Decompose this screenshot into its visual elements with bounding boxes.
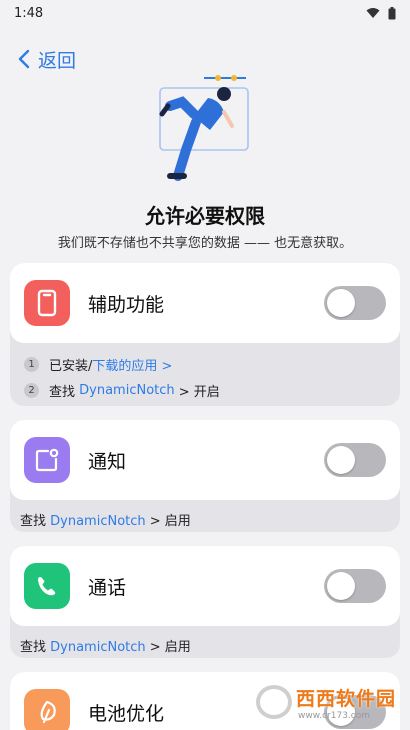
hint-text: 查找: [20, 640, 51, 655]
call-card: 通话 查找 DynamicNotch > 启用: [10, 546, 400, 658]
back-button[interactable]: 返回: [18, 44, 76, 74]
call-hint: 查找 DynamicNotch > 启用: [10, 626, 400, 658]
battery-label: 电池优化: [88, 702, 165, 725]
wifi-icon: [366, 8, 380, 18]
accessibility-steps: 1 已安装/ 下载的应用 > 2 查找 DynamicNotch > 开启: [10, 343, 400, 406]
step-item: 1 已安装/ 下载的应用 >: [24, 351, 388, 377]
back-label: 返回: [38, 49, 77, 72]
step-item: 2 查找 DynamicNotch > 开启: [24, 377, 388, 403]
downloaded-apps-link[interactable]: 下载的应用 >: [92, 355, 172, 374]
toggle-knob: [327, 446, 355, 474]
watermark-sub: www.cr173.com: [297, 710, 371, 721]
status-icons: [366, 6, 396, 20]
status-time: 1:48: [14, 5, 44, 21]
battery-leaf-icon: [24, 689, 70, 730]
notification-bell-icon: [24, 437, 70, 483]
accessibility-toggle[interactable]: [324, 286, 386, 320]
hint-text: 查找: [20, 514, 51, 529]
hint-suffix: > 启用: [145, 640, 191, 655]
call-label: 通话: [88, 576, 127, 599]
call-row: 通话: [10, 546, 400, 626]
step-suffix: > 开启: [174, 384, 220, 400]
battery-icon: [388, 6, 396, 19]
call-toggle[interactable]: [324, 569, 386, 603]
status-bar: 1:48: [0, 0, 410, 26]
notification-label: 通知: [88, 450, 127, 473]
step-text: 查找: [49, 384, 80, 400]
illustration-person-icon: [159, 75, 249, 181]
toggle-knob: [327, 289, 355, 317]
phone-device-icon: [24, 280, 70, 326]
notification-card: 通知 查找 DynamicNotch > 启用: [10, 420, 400, 532]
app-name-link: DynamicNotch: [50, 640, 146, 655]
step-number: 2: [24, 382, 39, 398]
watermark-logo-icon: [255, 685, 292, 719]
step-number: 1: [24, 356, 39, 372]
chevron-left-icon: [18, 49, 30, 69]
watermark: 西西软件园 www.cr173.com: [255, 684, 396, 721]
notification-row: 通知: [10, 420, 400, 500]
accessibility-label: 辅助功能: [88, 293, 165, 316]
toggle-knob: [327, 572, 355, 600]
accessibility-card: 辅助功能 1 已安装/ 下载的应用 > 2 查找 DynamicNotch > …: [10, 263, 400, 406]
hint-suffix: > 启用: [145, 514, 191, 529]
page-subtitle: 我们既不存储也不共享您的数据 —— 也无意获取。: [57, 236, 353, 251]
app-name-link: DynamicNotch: [79, 382, 175, 398]
notification-hint: 查找 DynamicNotch > 启用: [10, 500, 400, 532]
phone-call-icon: [24, 563, 70, 609]
notification-toggle[interactable]: [324, 443, 386, 477]
app-name-link: DynamicNotch: [50, 514, 146, 529]
accessibility-row: 辅助功能: [10, 263, 400, 343]
watermark-text: 西西软件园: [295, 687, 396, 710]
step-text: 已安装/: [49, 358, 93, 374]
page-title: 允许必要权限: [145, 204, 265, 228]
